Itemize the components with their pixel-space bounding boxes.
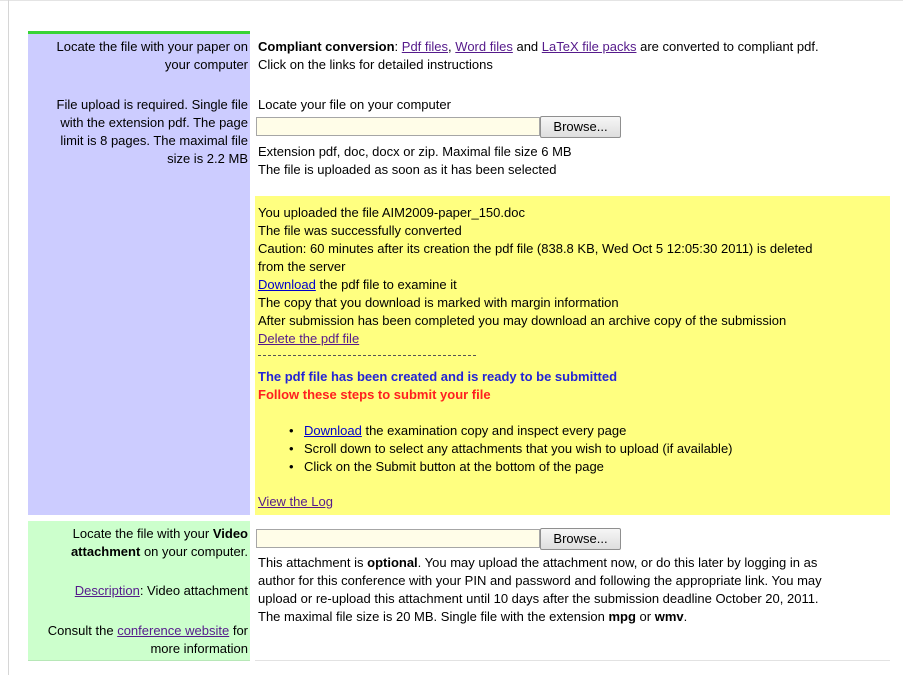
caution-line2: from the server: [258, 259, 346, 274]
margin-info-note: The copy that you download is marked wit…: [258, 295, 619, 310]
video-description-link[interactable]: Description: [75, 583, 140, 598]
status-separator: [258, 355, 476, 356]
video-file-path-input[interactable]: [256, 529, 540, 548]
window-top-border: [0, 0, 903, 1]
optional-post: . You may upload the attachment now, or …: [417, 555, 818, 570]
video-locate-pre: Locate the file with your: [72, 526, 210, 541]
video-locate-bold: Video: [212, 526, 248, 541]
video-desc-line1: This attachment is optional. You may upl…: [258, 554, 817, 572]
attachment-bold: attachment: [70, 544, 141, 559]
video-locate-post: on your computer.: [143, 544, 248, 559]
video-desc-line3: upload or re-upload this attachment unti…: [258, 591, 819, 606]
paper-upload-requirements-line4: size is 2.2 MB: [167, 151, 248, 166]
bullet-icon: •: [289, 459, 294, 474]
paper-browse-button[interactable]: Browse...: [540, 116, 621, 138]
step-submit-text: Click on the Submit button at the bottom…: [304, 459, 604, 474]
video-browse-button[interactable]: Browse...: [540, 528, 621, 550]
archive-copy-note: After submission has been completed you …: [258, 313, 787, 328]
caution-line1: Caution: 60 minutes after its creation t…: [258, 241, 813, 256]
upload-on-select-note: The file is uploaded as soon as it has b…: [258, 162, 557, 177]
video-description-tail: : Video attachment: [139, 583, 248, 598]
video-desc-line2: author for this conference with your PIN…: [258, 573, 822, 588]
paper-upload-requirements-line3: limit is 8 pages. The maximal file: [60, 133, 248, 148]
consult-website-line: Consult the conference website for: [48, 622, 248, 640]
step-submit: • Click on the Submit button at the bott…: [282, 458, 733, 476]
follow-steps-message: Follow these steps to submit your file: [258, 387, 491, 402]
paper-upload-title-line1: Locate the file with your paper on: [56, 39, 248, 54]
latex-file-packs-link[interactable]: LaTeX file packs: [542, 39, 637, 54]
paper-upload-requirements-line1: File upload is required. Single file: [56, 97, 249, 112]
extension-size-note: Extension pdf, doc, docx or zip. Maximal…: [258, 144, 572, 159]
video-description-line: Description: Video attachment: [75, 582, 248, 600]
max-size-text: The maximal file size is 20 MB. Single f…: [258, 609, 605, 624]
step-scroll: • Scroll down to select any attachments …: [282, 440, 733, 458]
download-pdf-link[interactable]: Download: [258, 277, 316, 292]
video-locate-line1: Locate the file with your Video: [73, 525, 248, 543]
download-pdf-tail: the pdf file to examine it: [319, 277, 457, 292]
word-files-link[interactable]: Word files: [455, 39, 513, 54]
paper-upload-title-line2: your computer: [164, 57, 248, 72]
video-locate-line2: attachment on your computer.: [71, 543, 248, 561]
view-log-link[interactable]: View the Log: [258, 494, 333, 509]
optional-pre: This attachment is: [258, 555, 364, 570]
delete-pdf-link[interactable]: Delete the pdf file: [258, 331, 359, 346]
step-download: • Download the examination copy and insp…: [282, 422, 733, 440]
consult-post: for: [232, 623, 248, 638]
video-desc-line4: The maximal file size is 20 MB. Single f…: [258, 608, 687, 626]
step-download-tail: the examination copy and inspect every p…: [365, 423, 627, 438]
ready-to-submit-message: The pdf file has been created and is rea…: [258, 369, 618, 384]
conversion-tail: are converted to compliant pdf.: [640, 39, 819, 54]
uploaded-file-line: You uploaded the file AIM2009-paper_150.…: [258, 205, 525, 220]
or-text: or: [639, 609, 652, 624]
conversion-instructions-note: Click on the links for detailed instruct…: [258, 57, 493, 72]
download-examination-copy-link[interactable]: Download: [304, 423, 362, 438]
compliant-conversion-line: Compliant conversion: Pdf files, Word fi…: [258, 38, 819, 56]
conversion-and: and: [516, 39, 539, 54]
conversion-colon: :: [394, 39, 399, 54]
download-pdf-line: Download the pdf file to examine it: [258, 276, 457, 294]
optional-bold: optional: [367, 555, 418, 570]
step-scroll-text: Scroll down to select any attachments th…: [304, 441, 733, 456]
compliant-conversion-label: Compliant conversion: [258, 39, 395, 54]
converted-line: The file was successfully converted: [258, 223, 462, 238]
window-left-border: [8, 0, 9, 675]
conversion-comma: ,: [448, 39, 452, 54]
view-log-line: View the Log: [258, 493, 333, 511]
paper-file-path-input[interactable]: [256, 117, 540, 136]
bullet-icon: •: [289, 441, 294, 456]
mpg-extension: mpg: [608, 609, 636, 624]
consult-pre: Consult the: [47, 623, 114, 638]
period-text: .: [683, 609, 688, 624]
paper-upload-requirements-line2: with the extension pdf. The page: [60, 115, 248, 130]
delete-pdf-line: Delete the pdf file: [258, 330, 359, 348]
locate-file-label: Locate your file on your computer: [258, 97, 451, 112]
bullet-icon: •: [289, 423, 294, 438]
submission-steps-list: • Download the examination copy and insp…: [258, 422, 733, 476]
pdf-files-link[interactable]: Pdf files: [402, 39, 448, 54]
more-information-line: more information: [150, 641, 248, 656]
conference-website-link[interactable]: conference website: [117, 623, 229, 638]
wmv-extension: wmv: [654, 609, 684, 624]
